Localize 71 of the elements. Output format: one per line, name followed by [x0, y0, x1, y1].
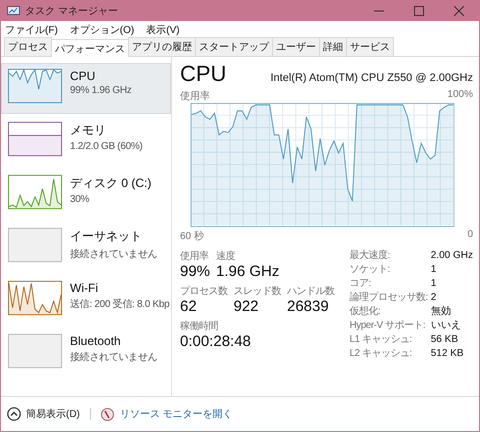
stat-label: 稼働時間: [180, 320, 219, 333]
tab[interactable]: ユーザー: [272, 37, 320, 56]
detail-value: 2.00 GHz: [430, 249, 473, 262]
stat-label: プロセス数: [180, 284, 228, 298]
item-name: Wi-Fi: [70, 281, 99, 295]
detail-label: 仮想化:: [349, 305, 431, 319]
panel-title: CPU: [180, 61, 226, 87]
item-name: ディスク 0 (C:): [70, 175, 152, 192]
item-name: イーサネット: [70, 228, 143, 245]
stat-value: 0:00:28:48: [180, 333, 251, 350]
minimize-icon[interactable]: [374, 10, 384, 12]
window-title: タスク マネージャー: [25, 4, 119, 18]
detail-value: いいえ: [430, 319, 462, 332]
detail-value: 56 KB: [430, 333, 459, 346]
stat-label: スレッド数: [234, 285, 281, 298]
maximize-icon[interactable]: [414, 6, 424, 16]
stat-value: 99%: [180, 263, 210, 280]
sidebar-item[interactable]: CPU 99% 1.96 GHz: [1, 63, 171, 114]
detail-value: 無効: [430, 305, 452, 318]
menu-item[interactable]: ファイル(F): [5, 22, 58, 36]
detail-value: 512 KB: [430, 347, 465, 360]
close-icon[interactable]: [454, 6, 464, 16]
detail-value: 2: [430, 291, 438, 304]
item-detail: 送信: 200 受信: 8.0 Kbp: [70, 298, 170, 311]
chevron-up-icon: [7, 407, 21, 421]
detail-value: 1: [430, 263, 438, 276]
detail-label: ソケット:: [349, 263, 391, 276]
sidebar-item[interactable]: Wi-Fi 送信: 200 受信: 8.0 Kbp: [1, 275, 171, 326]
item-detail: 接続されていません: [70, 248, 158, 261]
menu-item[interactable]: 表示(V): [146, 22, 180, 36]
sidebar-item[interactable]: Bluetooth 接続されていません: [1, 328, 171, 379]
item-name: Bluetooth: [70, 334, 122, 348]
stat-value: 922: [234, 298, 260, 315]
stat-value: 62: [180, 298, 198, 315]
detail-label: Hyper-V サポート:: [349, 319, 426, 332]
detail-label: コア:: [349, 277, 372, 290]
tab[interactable]: サービス: [346, 37, 394, 56]
item-name: メモリ: [70, 122, 107, 139]
detail-value: 1: [430, 277, 438, 290]
detail-label: L1 キャッシュ:: [349, 333, 431, 347]
cpu-model: Intel(R) Atom(TM) CPU Z550 @ 2.00GHz: [270, 72, 473, 84]
axis-label: 0: [467, 229, 473, 242]
sidebar-item[interactable]: メモリ 1.2/2.0 GB (60%): [1, 116, 171, 167]
item-name: CPU: [70, 69, 96, 83]
tab[interactable]: アプリの履歴: [128, 37, 196, 56]
sidebar-item[interactable]: ディスク 0 (C:) 30%: [1, 169, 171, 220]
item-detail: 30%: [70, 194, 90, 205]
axis-label: 60 秒: [180, 230, 204, 243]
detail-label: 論理プロセッサ数:: [349, 291, 431, 305]
tab[interactable]: 詳細: [319, 37, 347, 56]
tab[interactable]: プロセス: [4, 37, 52, 56]
stat-value: 1.96 GHz: [216, 263, 280, 280]
item-detail: 接続されていません: [70, 350, 158, 364]
axis-label: 100%: [447, 89, 473, 102]
fewer-details-button[interactable]: 簡易表示(D): [7, 407, 80, 421]
item-detail: 99% 1.96 GHz: [70, 85, 132, 96]
gauge-icon: [100, 408, 114, 420]
app-icon: [7, 6, 20, 16]
stat-label: 速度: [216, 250, 236, 263]
item-detail: 1.2/2.0 GB (60%): [70, 141, 142, 152]
stat-label: 使用率: [180, 250, 210, 263]
detail-label: 最大速度:: [349, 249, 431, 263]
sidebar-item[interactable]: イーサネット 接続されていません: [1, 222, 171, 273]
stat-value: 26839: [287, 298, 330, 315]
tab[interactable]: スタートアップ: [195, 37, 273, 56]
resource-monitor-link[interactable]: リソース モニターを開く: [120, 407, 233, 421]
tab[interactable]: パフォーマンス: [51, 39, 129, 57]
detail-label: L2 キャッシュ:: [349, 347, 431, 361]
menu-item[interactable]: オプション(O): [70, 22, 134, 36]
axis-label: 使用率: [180, 90, 210, 103]
stat-label: ハンドル数: [287, 285, 334, 298]
